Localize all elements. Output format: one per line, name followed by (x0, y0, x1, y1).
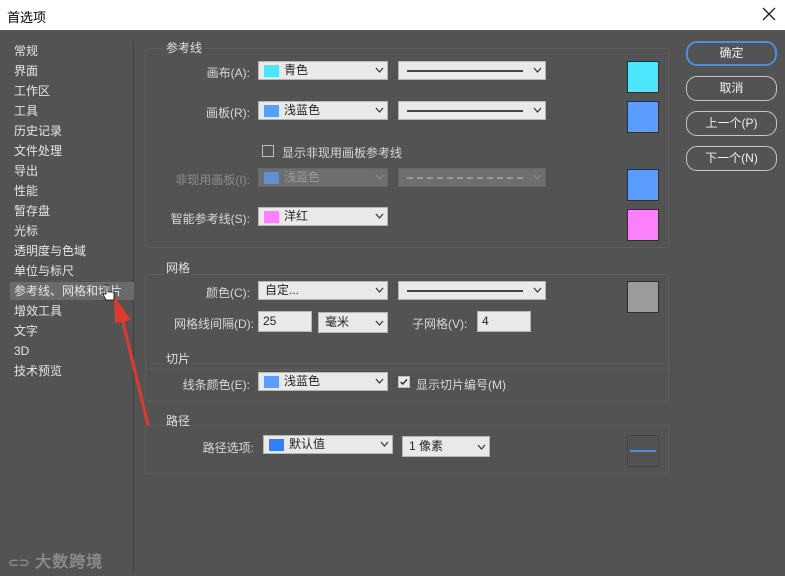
sidebar-item-type[interactable]: 文字 (14, 322, 38, 340)
sidebar-item-general[interactable]: 常规 (14, 42, 38, 60)
sidebar-item-cursors[interactable]: 光标 (14, 222, 38, 240)
artboard-color-swatch[interactable] (627, 101, 659, 133)
chevron-down-icon (375, 287, 384, 293)
inactive-artboard-color-swatch (627, 169, 659, 201)
grid-title: 网格 (164, 259, 193, 276)
sidebar-item-tech-preview[interactable]: 技术预览 (14, 362, 62, 380)
chevron-down-icon (380, 441, 389, 447)
gridline-every-input[interactable]: 25 (258, 311, 312, 332)
chevron-down-icon (375, 174, 384, 180)
path-options-label: 路径选项: (202, 441, 254, 455)
path-swatch (269, 439, 284, 451)
sidebar-item-transparency[interactable]: 透明度与色域 (14, 242, 86, 260)
inactive-artboard-style-select (398, 168, 546, 187)
artboard-label: 画板(R): (206, 106, 250, 120)
checkmark-icon (400, 379, 408, 386)
sidebar-item-performance[interactable]: 性能 (14, 182, 38, 200)
chevron-down-icon (477, 444, 486, 450)
slice-line-color-select[interactable]: 浅蓝色 (258, 372, 388, 391)
chevron-down-icon (375, 107, 384, 113)
show-slice-numbers-checkbox[interactable] (398, 376, 410, 388)
title-bar: 首选项 (0, 0, 785, 30)
cancel-button[interactable]: 取消 (686, 76, 777, 101)
close-icon[interactable] (759, 4, 779, 24)
watermark-logo: ⊂⊃ (8, 555, 30, 570)
chevron-down-icon (533, 174, 542, 180)
inactive-artboard-color-select: 浅蓝色 (258, 168, 388, 187)
chevron-down-icon (533, 287, 542, 293)
gridline-unit-select[interactable]: 毫米 (318, 312, 388, 333)
annotation-arrow (114, 296, 150, 426)
slice-line-swatch (264, 376, 279, 388)
inactive-artboard-swatch (264, 172, 279, 184)
subdivisions-input[interactable]: 4 (477, 311, 531, 332)
artboard-color-select[interactable]: 浅蓝色 (258, 101, 388, 120)
sidebar-item-file-handling[interactable]: 文件处理 (14, 142, 62, 160)
canvas-style-select[interactable] (398, 61, 546, 80)
path-title: 路径 (164, 412, 193, 429)
sidebar-item-history[interactable]: 历史记录 (14, 122, 62, 140)
grid-color-swatch[interactable] (627, 281, 659, 313)
grid-color-label: 颜色(C): (206, 286, 250, 300)
grid-color-select[interactable]: 自定... (258, 281, 388, 300)
show-slice-numbers-label: 显示切片编号(M) (416, 378, 506, 392)
slices-title: 切片 (164, 350, 193, 367)
show-inactive-guides-checkbox[interactable] (262, 145, 274, 157)
gridline-every-label: 网格线间隔(D): (174, 317, 254, 331)
next-button[interactable]: 下一个(N) (686, 146, 777, 171)
inactive-artboard-label: 非现用画板(I): (175, 173, 250, 187)
sidebar-item-export[interactable]: 导出 (14, 162, 38, 180)
path-width-select[interactable]: 1 像素 (402, 436, 490, 457)
path-preview-swatch (627, 435, 659, 467)
sidebar-item-workspace[interactable]: 工作区 (14, 82, 50, 100)
slice-line-color-label: 线条颜色(E): (182, 378, 250, 392)
smart-guides-color-select[interactable]: 洋红 (258, 207, 388, 226)
window-title: 首选项 (7, 10, 47, 25)
artboard-swatch (264, 105, 279, 117)
artboard-style-select[interactable] (398, 101, 546, 120)
sidebar-item-units[interactable]: 单位与标尺 (14, 262, 74, 280)
hand-cursor-icon (102, 284, 115, 301)
smart-guides-swatch (264, 211, 279, 223)
chevron-down-icon (375, 213, 384, 219)
chevron-down-icon (375, 378, 384, 384)
preferences-dialog: 常规 界面 工作区 工具 历史记录 文件处理 导出 性能 暂存盘 光标 透明度与… (0, 30, 785, 576)
canvas-color-swatch[interactable] (627, 61, 659, 93)
sidebar-item-interface[interactable]: 界面 (14, 62, 38, 80)
chevron-down-icon (533, 107, 542, 113)
watermark: ⊂⊃ 大数跨境 (8, 554, 104, 571)
show-inactive-guides-label: 显示非现用画板参考线 (282, 146, 403, 160)
chevron-down-icon (375, 67, 384, 73)
grid-style-select[interactable] (398, 281, 546, 300)
sidebar-item-tools[interactable]: 工具 (14, 102, 38, 120)
path-color-select[interactable]: 默认值 (263, 435, 393, 454)
ok-button[interactable]: 确定 (686, 41, 777, 66)
subdivisions-label: 子网格(V): (412, 317, 468, 331)
canvas-label: 画布(A): (206, 66, 250, 80)
canvas-swatch (264, 65, 279, 77)
guides-title: 参考线 (164, 39, 205, 56)
sidebar-item-plugins[interactable]: 增效工具 (14, 302, 62, 320)
chevron-down-icon (375, 320, 384, 326)
sidebar-item-3d[interactable]: 3D (14, 342, 29, 360)
chevron-down-icon (533, 67, 542, 73)
prev-button[interactable]: 上一个(P) (686, 111, 777, 136)
sidebar-item-scratch-disks[interactable]: 暂存盘 (14, 202, 50, 220)
smart-guides-color-swatch[interactable] (627, 209, 659, 241)
canvas-color-select[interactable]: 青色 (258, 61, 388, 80)
smart-guides-label: 智能参考线(S): (170, 212, 250, 226)
